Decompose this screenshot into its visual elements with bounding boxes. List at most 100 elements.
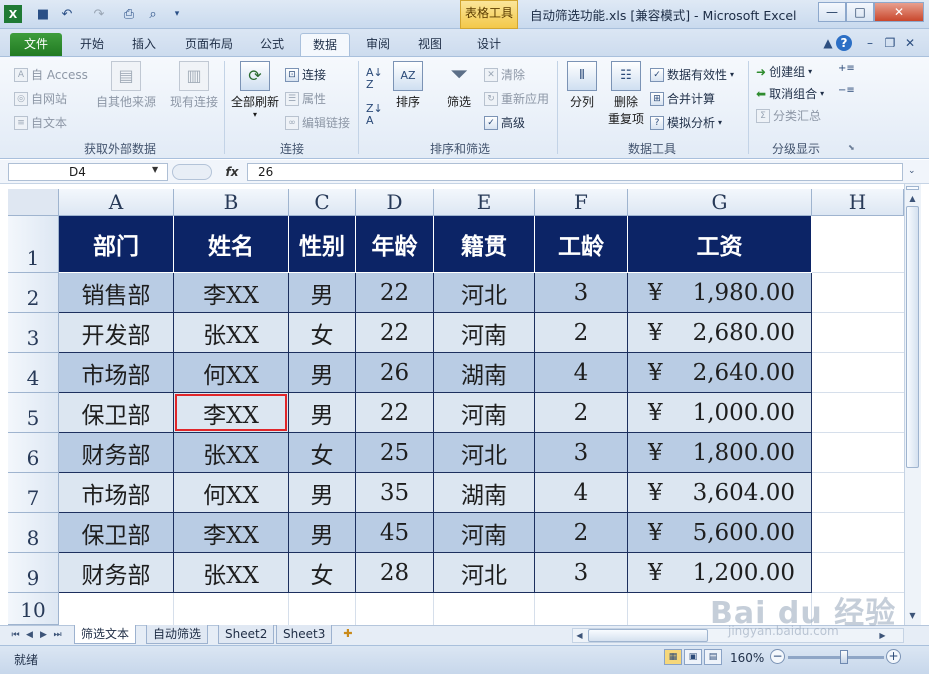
- undo-icon[interactable]: ↶: [58, 5, 76, 23]
- row-header-6[interactable]: 6: [8, 433, 59, 473]
- column-header-b[interactable]: B: [174, 189, 289, 216]
- connections-button[interactable]: ⊡ 连接: [285, 66, 326, 83]
- sort-za-icon[interactable]: Z↓ A: [366, 103, 383, 127]
- refresh-all-button[interactable]: ⟳ 全部刷新 ▾: [228, 61, 282, 119]
- zoom-level[interactable]: 160%: [730, 651, 764, 665]
- salary-cell[interactable]: ¥3,604.00: [628, 473, 812, 513]
- table-cell[interactable]: 25: [356, 433, 434, 473]
- table-cell[interactable]: 22: [356, 273, 434, 313]
- table-cell[interactable]: 4: [535, 473, 628, 513]
- salary-cell[interactable]: ¥1,000.00: [628, 393, 812, 433]
- horizontal-scroll-thumb[interactable]: [588, 629, 708, 642]
- table-header-cell[interactable]: 籍贯: [434, 216, 535, 273]
- split-box-handle[interactable]: [906, 186, 919, 190]
- table-cell[interactable]: 张XX: [174, 553, 289, 593]
- row-header-3[interactable]: 3: [8, 313, 59, 353]
- window-minimize-icon[interactable]: –: [862, 35, 878, 51]
- table-cell[interactable]: 3: [535, 273, 628, 313]
- help-icon[interactable]: ?: [836, 35, 852, 51]
- consolidate-button[interactable]: ⊞ 合并计算: [650, 90, 715, 107]
- sheet-tab-1[interactable]: 筛选文本: [74, 625, 137, 644]
- table-header-cell[interactable]: 年龄: [356, 216, 434, 273]
- table-cell[interactable]: 女: [289, 553, 356, 593]
- show-detail-icon[interactable]: +≡: [838, 63, 855, 74]
- column-header-e[interactable]: E: [434, 189, 535, 216]
- sort-az-icon[interactable]: A↓ Z: [366, 67, 383, 91]
- table-cell[interactable]: 湖南: [434, 473, 535, 513]
- close-button[interactable]: ✕: [874, 2, 924, 22]
- print-icon[interactable]: ⎙: [120, 5, 138, 23]
- sheet-tab-2[interactable]: 自动筛选: [146, 625, 209, 644]
- table-cell[interactable]: 李XX: [174, 273, 289, 313]
- existing-connections-button[interactable]: ▥ 现有连接: [166, 61, 222, 110]
- name-box[interactable]: D4: [8, 163, 168, 181]
- table-cell[interactable]: 何XX: [174, 353, 289, 393]
- salary-cell[interactable]: ¥1,980.00: [628, 273, 812, 313]
- normal-view-icon[interactable]: ▦: [664, 649, 682, 665]
- ungroup-button[interactable]: ⬅ 取消组合 ▾: [756, 85, 824, 102]
- subtotal-button[interactable]: Σ 分类汇总: [756, 107, 821, 124]
- redo-icon[interactable]: ↷: [90, 5, 108, 23]
- table-cell[interactable]: 男: [289, 273, 356, 313]
- table-cell[interactable]: 22: [356, 393, 434, 433]
- text-to-columns-button[interactable]: ⫴ 分列: [562, 61, 602, 110]
- table-cell[interactable]: 河北: [434, 553, 535, 593]
- vertical-scroll-thumb[interactable]: [906, 206, 919, 468]
- table-cell[interactable]: 2: [535, 393, 628, 433]
- insert-function-icon[interactable]: fx: [222, 163, 242, 181]
- table-cell[interactable]: 45: [356, 513, 434, 553]
- select-all-corner[interactable]: [8, 189, 59, 216]
- column-header-a[interactable]: A: [59, 189, 174, 216]
- table-cell[interactable]: 4: [535, 353, 628, 393]
- worksheet-grid[interactable]: 部门 姓名 性别 年龄 籍贯 工龄 工资 销售部 李XX 男 22 河北 3 ¥1,980.00 开发部 张X…: [59, 216, 904, 625]
- zoom-slider-track[interactable]: [788, 656, 884, 659]
- group-button[interactable]: ➜ 创建组 ▾: [756, 63, 812, 80]
- zoom-slider-thumb[interactable]: [840, 650, 848, 664]
- hide-detail-icon[interactable]: −≡: [838, 85, 855, 96]
- row-header-8[interactable]: 8: [8, 513, 59, 553]
- last-sheet-icon[interactable]: ⏭: [52, 628, 63, 642]
- table-cell[interactable]: 3: [535, 553, 628, 593]
- column-header-d[interactable]: D: [356, 189, 434, 216]
- page-break-view-icon[interactable]: ▤: [704, 649, 722, 665]
- properties-button[interactable]: ☰ 属性: [285, 90, 326, 107]
- reapply-button[interactable]: ↻ 重新应用: [484, 90, 549, 107]
- sort-button[interactable]: AZ 排序: [390, 61, 426, 110]
- tab-page-layout[interactable]: 页面布局: [176, 33, 242, 56]
- table-cell[interactable]: 河北: [434, 273, 535, 313]
- salary-cell[interactable]: ¥2,680.00: [628, 313, 812, 353]
- table-cell[interactable]: 张XX: [174, 433, 289, 473]
- tab-home[interactable]: 开始: [70, 33, 114, 56]
- table-cell[interactable]: 保卫部: [59, 393, 174, 433]
- table-cell[interactable]: 张XX: [174, 313, 289, 353]
- zoom-out-icon[interactable]: −: [770, 649, 785, 664]
- sheet-tab-3[interactable]: Sheet2: [218, 625, 275, 644]
- tab-review[interactable]: 审阅: [356, 33, 400, 56]
- table-cell[interactable]: 何XX: [174, 473, 289, 513]
- scroll-left-icon[interactable]: ◀: [573, 629, 586, 642]
- ribbon-minimize-icon[interactable]: ▲: [820, 35, 836, 51]
- column-header-f[interactable]: F: [535, 189, 628, 216]
- dialog-launcher-icon[interactable]: ⬊: [848, 143, 855, 152]
- row-header-7[interactable]: 7: [8, 473, 59, 513]
- table-cell[interactable]: 女: [289, 313, 356, 353]
- remove-duplicates-button[interactable]: ☷ 删除 重复项: [604, 61, 648, 127]
- table-cell[interactable]: 2: [535, 313, 628, 353]
- table-cell[interactable]: 男: [289, 473, 356, 513]
- column-header-g[interactable]: G: [628, 189, 812, 216]
- table-header-cell[interactable]: 工资: [628, 216, 812, 273]
- row-header-5[interactable]: 5: [8, 393, 59, 433]
- row-header-2[interactable]: 2: [8, 273, 59, 313]
- formula-bar-resize-handle[interactable]: [172, 164, 212, 180]
- print-preview-icon[interactable]: ⌕: [144, 5, 162, 23]
- tab-formulas[interactable]: 公式: [250, 33, 294, 56]
- excel-logo-icon[interactable]: X: [4, 5, 22, 23]
- row-header-9[interactable]: 9: [8, 553, 59, 593]
- scroll-down-icon[interactable]: ▼: [906, 609, 919, 623]
- expand-formula-bar-icon[interactable]: ⌄: [908, 166, 916, 176]
- table-cell[interactable]: 男: [289, 353, 356, 393]
- column-header-h[interactable]: H: [812, 189, 904, 216]
- table-cell[interactable]: 女: [289, 433, 356, 473]
- tab-file[interactable]: 文件: [10, 33, 62, 56]
- minimize-button[interactable]: —: [818, 2, 846, 22]
